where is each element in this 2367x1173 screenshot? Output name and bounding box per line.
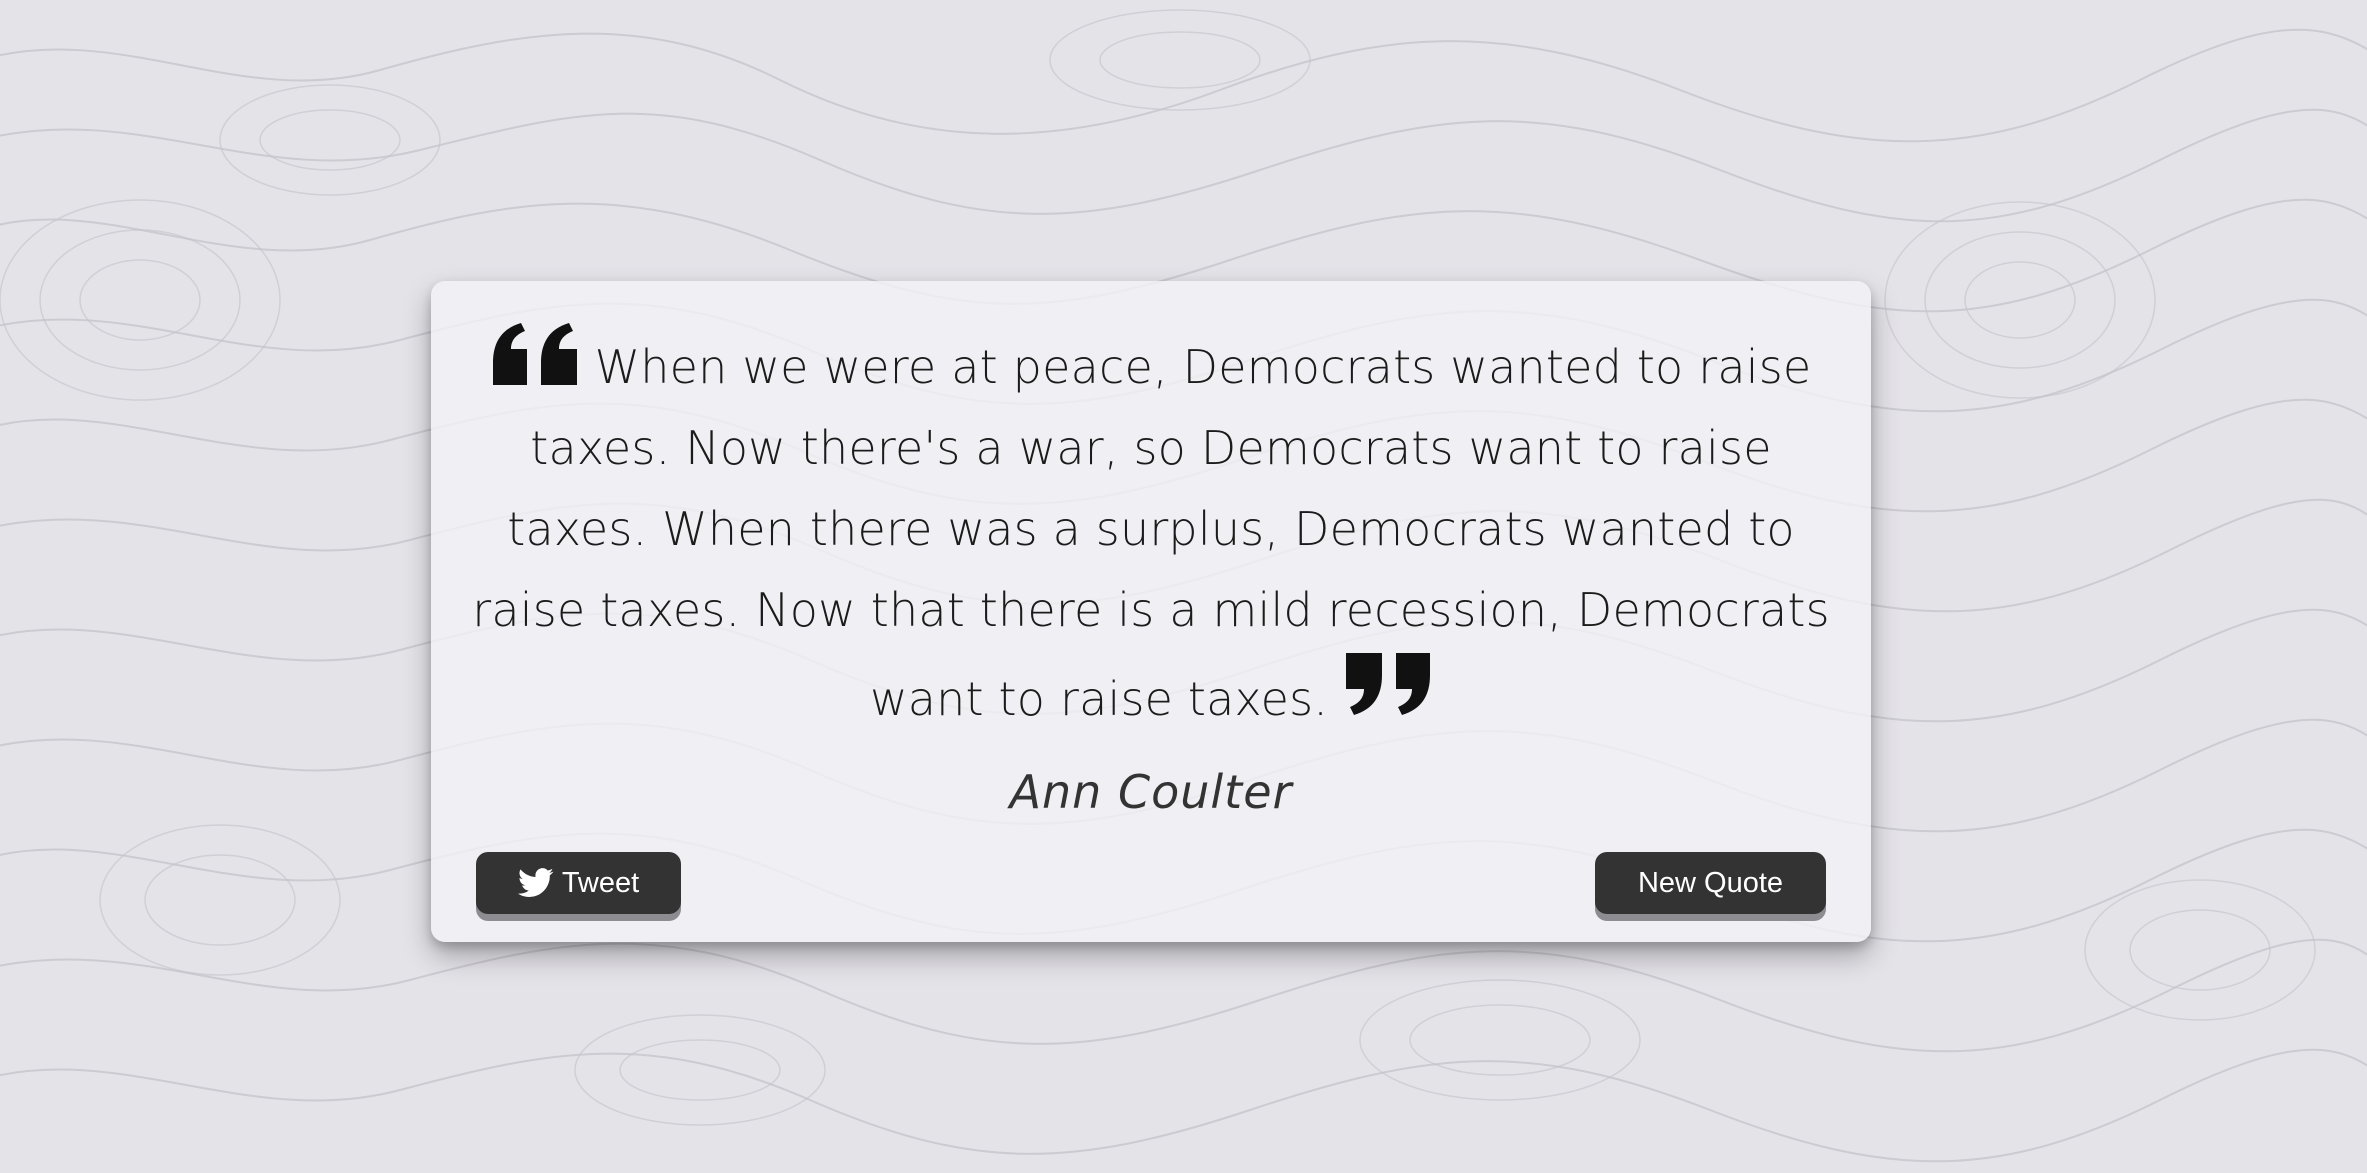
new-quote-button-label: New Quote: [1637, 866, 1784, 899]
quote-card: When we were at peace, Democrats wanted …: [431, 281, 1871, 942]
tweet-button[interactable]: Tweet: [476, 852, 681, 914]
quote-right-icon: [1346, 653, 1431, 715]
quote-text: When we were at peace, Democrats wanted …: [472, 340, 1830, 726]
new-quote-button[interactable]: New Quote: [1595, 852, 1826, 914]
quote-text-block: When we were at peace, Democrats wanted …: [471, 321, 1831, 740]
twitter-icon: [517, 868, 554, 897]
tweet-button-label: Tweet: [561, 866, 640, 899]
quote-left-icon: [492, 323, 577, 385]
quote-author: Ann Coulter: [1009, 765, 1293, 819]
